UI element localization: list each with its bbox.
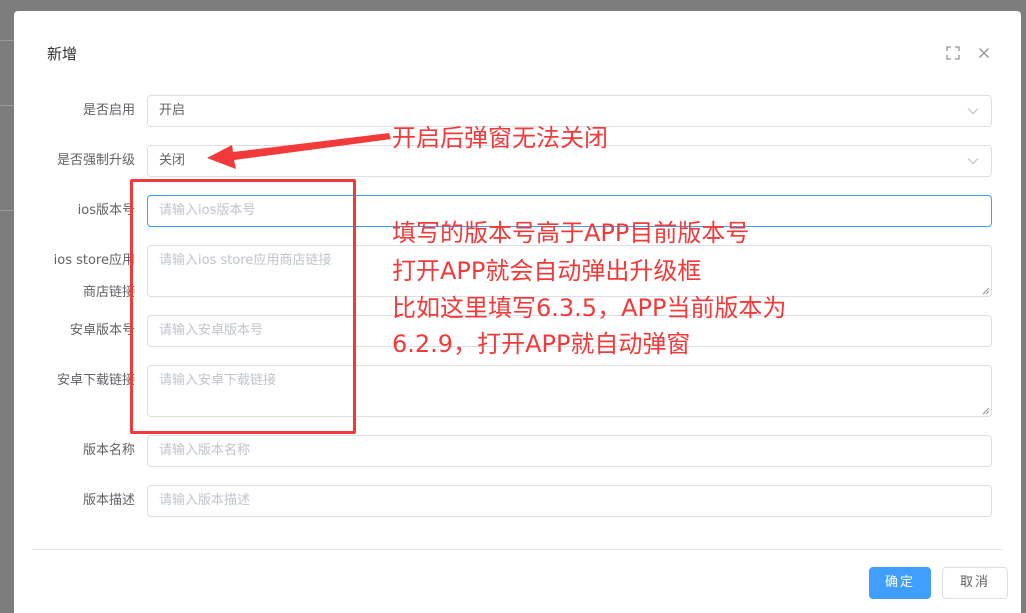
version-name-label: 版本名称 (82, 443, 135, 458)
version-desc-placeholder: 请输入版本描述 (159, 493, 251, 508)
close-icon[interactable] (976, 45, 992, 61)
fullscreen-icon[interactable] (945, 45, 961, 61)
annotation-note-line: 打开APP就会自动弹出升级框 (392, 257, 702, 285)
ios-version-label: ios版本号 (77, 203, 135, 218)
annotation-arrow-note: 开启后弹窗无法关闭 (392, 124, 608, 152)
android-version-label: 安卓版本号 (69, 323, 135, 338)
ios-store-link-label-line2: 商店链接 (82, 285, 135, 300)
annotation-arrow-icon (207, 133, 391, 169)
chevron-down-icon (967, 158, 979, 165)
annotation-note-line: 比如这里填写6.3.5，APP当前版本为 (392, 294, 787, 322)
add-dialog: 新增 是否启用 开启 是否强制升级 关闭 ios版本号 请输入ios版本号 io… (14, 11, 1021, 613)
backdrop-line (0, 210, 14, 211)
chevron-down-icon (967, 108, 979, 115)
force-upgrade-label: 是否强制升级 (56, 153, 135, 168)
annotation-note-line: 6.2.9，打开APP就自动弹窗 (392, 330, 691, 358)
confirm-button[interactable]: 确定 (869, 567, 931, 599)
android-download-label: 安卓下载链接 (56, 373, 135, 388)
version-name-input[interactable]: 请输入版本名称 (147, 435, 992, 467)
version-name-placeholder: 请输入版本名称 (159, 443, 251, 458)
annotation-note-line: 填写的版本号高于APP目前版本号 (392, 219, 750, 247)
cancel-button[interactable]: 取消 (942, 567, 1008, 599)
ios-store-link-label-line1: ios store应用 (53, 253, 135, 268)
enabled-select-value: 开启 (159, 103, 186, 118)
resize-handle-icon[interactable] (982, 287, 990, 295)
backdrop-line (0, 40, 14, 41)
dialog-title: 新增 (47, 45, 78, 63)
resize-handle-icon[interactable] (982, 407, 990, 415)
footer-divider (32, 549, 1003, 550)
annotation-highlight-box (130, 179, 356, 434)
backdrop-line (0, 105, 14, 106)
enabled-label: 是否启用 (82, 103, 135, 118)
force-upgrade-select-value: 关闭 (159, 153, 186, 168)
version-desc-input[interactable]: 请输入版本描述 (147, 485, 992, 517)
version-desc-label: 版本描述 (82, 493, 135, 508)
